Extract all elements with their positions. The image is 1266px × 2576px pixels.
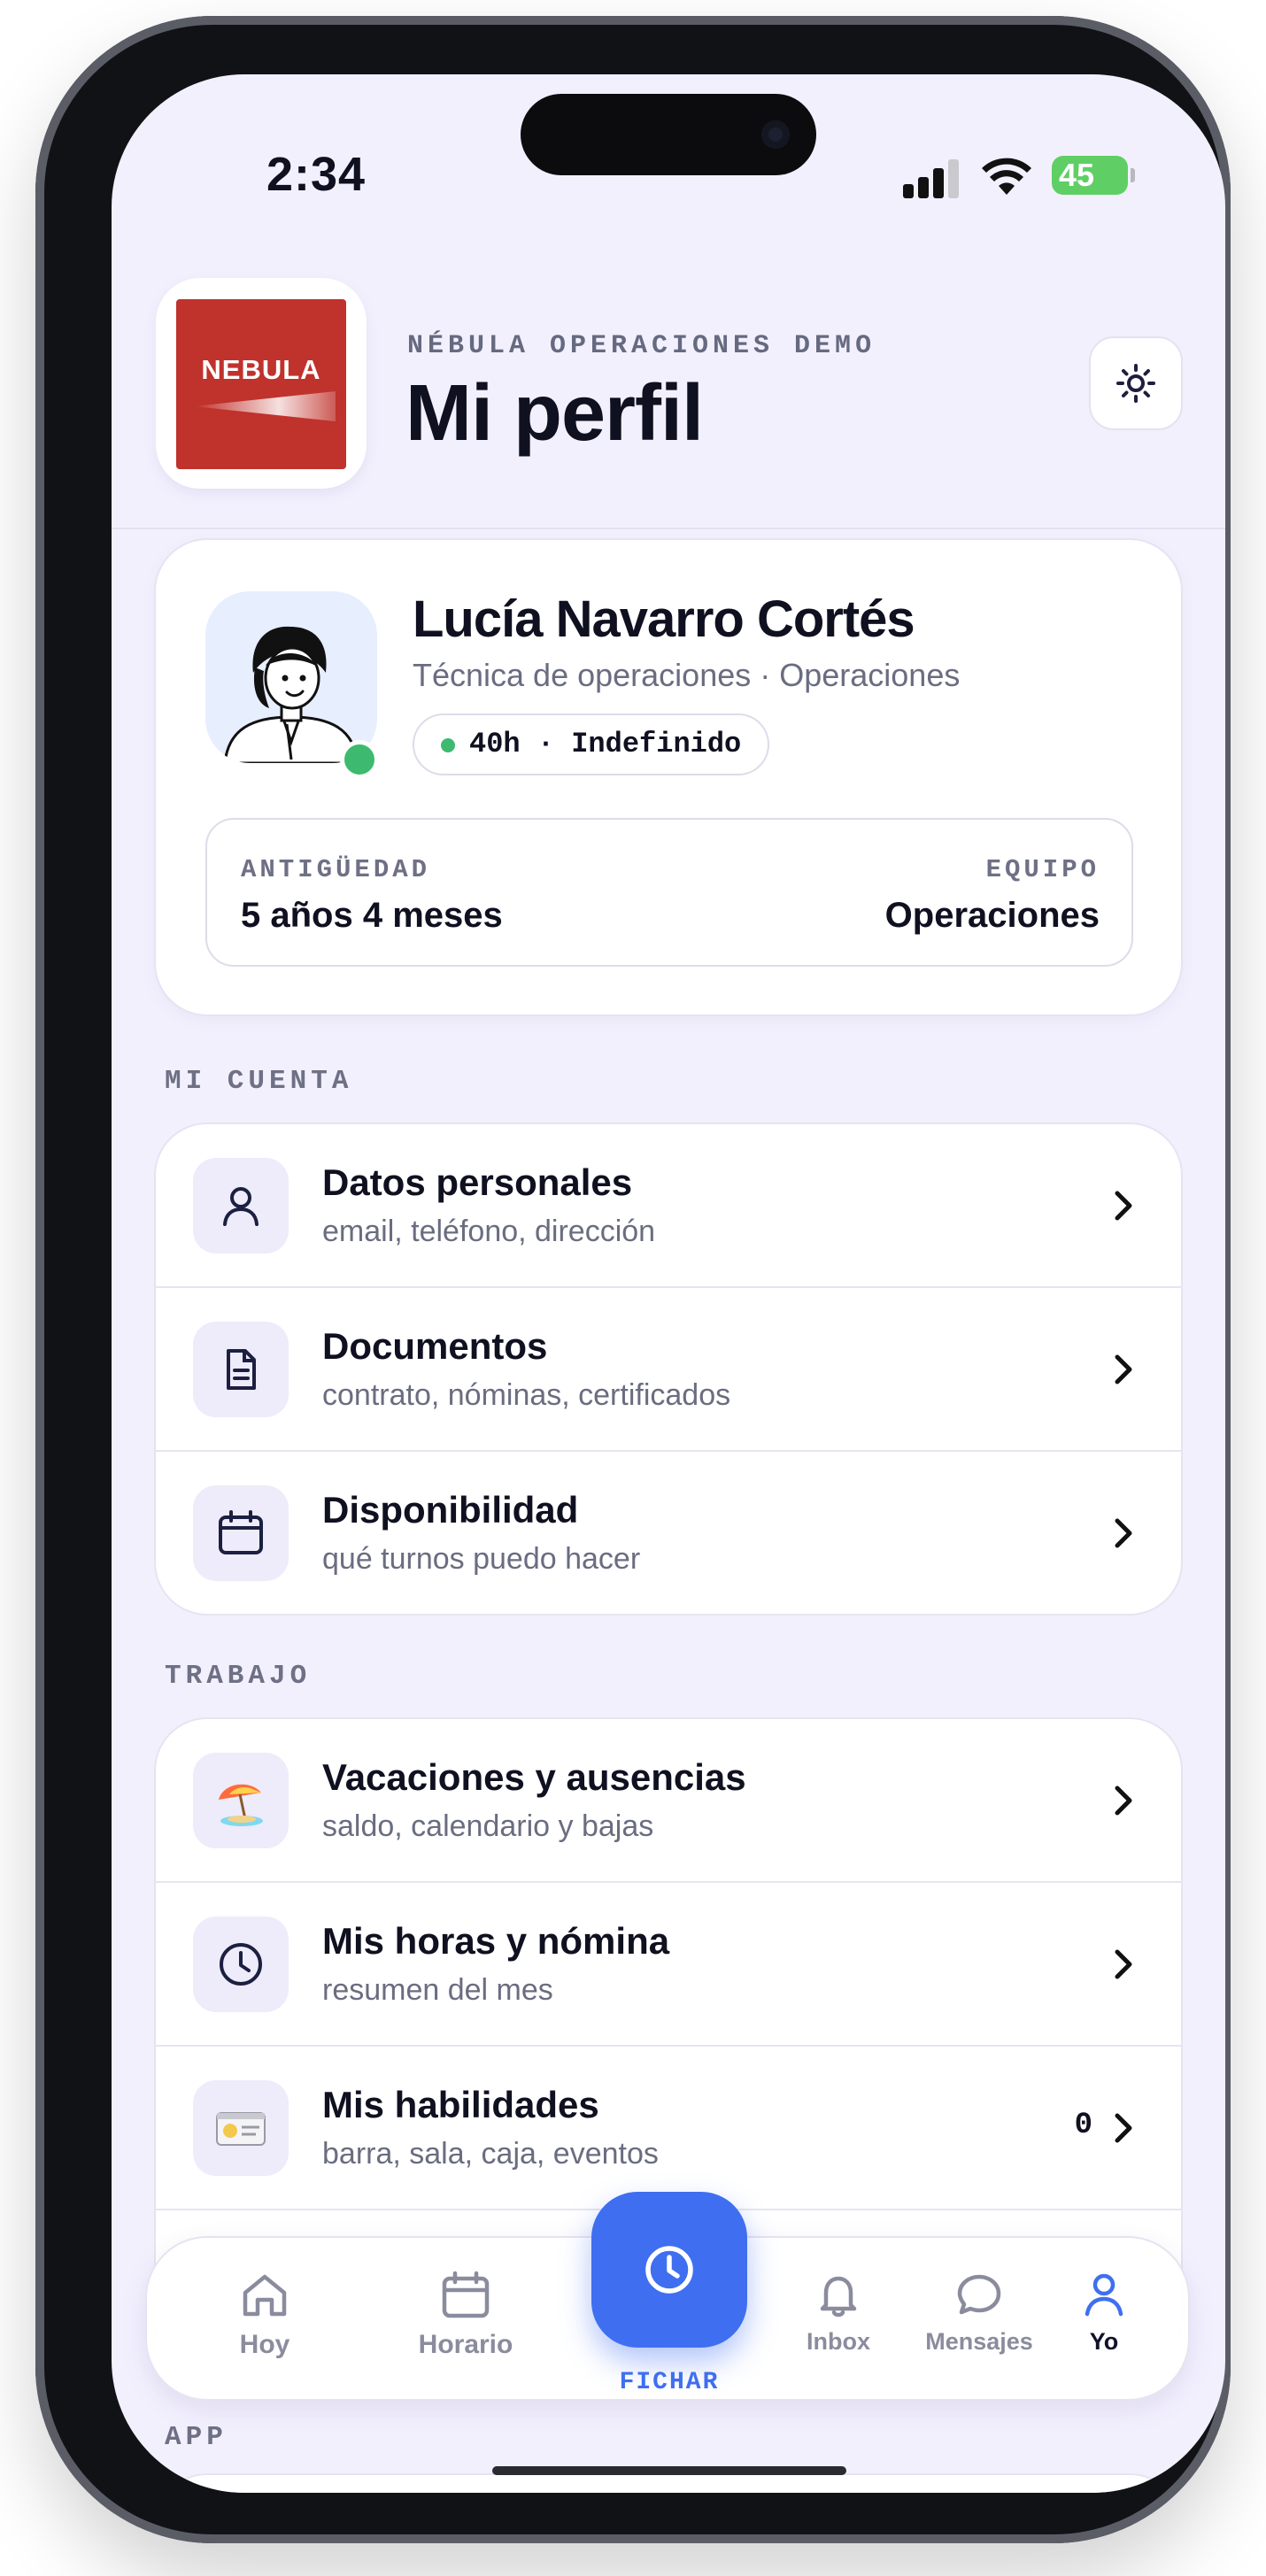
organization-name: NÉBULA OPERACIONES DEMO bbox=[407, 331, 876, 361]
calendar-icon bbox=[193, 1485, 289, 1581]
home-indicator[interactable] bbox=[492, 2466, 846, 2475]
chat-bubble-icon bbox=[957, 2274, 1001, 2315]
tab-label: Inbox bbox=[807, 2328, 870, 2355]
menu-item-hours-payroll[interactable]: Mis horas y nómina resumen del mes bbox=[156, 1883, 1181, 2047]
team-value: Operaciones bbox=[884, 896, 1100, 935]
section-label-app: APP bbox=[165, 2422, 228, 2453]
user-icon bbox=[193, 1158, 289, 1253]
chevron-right-icon bbox=[1115, 1949, 1132, 1979]
menu-item-subtitle: email, teléfono, dirección bbox=[322, 1215, 656, 1248]
menu-item-title: Disponibilidad bbox=[322, 1489, 579, 1531]
menu-item-subtitle: saldo, calendario y bajas bbox=[322, 1809, 654, 1843]
avatar-illustration bbox=[223, 626, 359, 763]
battery-icon: 45 bbox=[1052, 156, 1135, 195]
bell-icon bbox=[820, 2276, 857, 2318]
tab-label: Yo bbox=[1089, 2328, 1119, 2355]
cellular-signal-icon bbox=[903, 159, 960, 198]
employee-role: Técnica de operaciones · Operaciones bbox=[413, 657, 961, 693]
menu-item-personal-data[interactable]: Datos personales email, teléfono, direcc… bbox=[156, 1124, 1181, 1288]
status-dot-icon bbox=[441, 738, 455, 752]
online-status-indicator bbox=[340, 740, 379, 779]
logo-wordmark: NEBULA bbox=[201, 354, 321, 385]
menu-item-subtitle: barra, sala, caja, eventos bbox=[322, 2137, 659, 2171]
account-menu: Datos personales email, teléfono, direcc… bbox=[154, 1122, 1183, 1616]
nebula-logo-icon: NEBULA bbox=[176, 299, 346, 469]
chevron-right-icon bbox=[1115, 1518, 1132, 1548]
wifi-icon bbox=[982, 158, 1031, 195]
dynamic-island bbox=[521, 94, 816, 175]
clock-icon bbox=[193, 1917, 289, 2012]
theme-toggle-button[interactable] bbox=[1089, 336, 1183, 430]
user-icon bbox=[1085, 2273, 1123, 2317]
app-menu bbox=[154, 2473, 1183, 2493]
battery-level: 45 bbox=[1059, 157, 1095, 193]
chevron-right-icon bbox=[1115, 1785, 1132, 1816]
page-title: Mi perfil bbox=[405, 369, 704, 458]
menu-item-title: Mis habilidades bbox=[322, 2084, 599, 2125]
profile-card: Lucía Navarro Cortés Técnica de operacio… bbox=[154, 538, 1183, 1016]
employee-name: Lucía Navarro Cortés bbox=[413, 590, 915, 648]
section-label-account: MI CUENTA bbox=[165, 1066, 353, 1097]
tab-label: Hoy bbox=[239, 2330, 290, 2359]
chevron-right-icon bbox=[1115, 2113, 1132, 2143]
menu-item-documents[interactable]: Documentos contrato, nóminas, certificad… bbox=[156, 1288, 1181, 1452]
phone-frame: 2:34 45 NEBULA NÉBULA OPERACIONES DEMO M… bbox=[35, 16, 1231, 2543]
document-icon bbox=[193, 1322, 289, 1417]
clock-in-label[interactable]: FICHAR bbox=[591, 2369, 747, 2396]
tab-horario[interactable]: Horario bbox=[404, 2270, 528, 2360]
skills-count: 0 bbox=[1074, 2109, 1092, 2142]
menu-item-subtitle: qué turnos puedo hacer bbox=[322, 1542, 641, 1576]
menu-item-availability[interactable]: Disponibilidad qué turnos puedo hacer bbox=[156, 1452, 1181, 1614]
tab-inbox[interactable]: Inbox bbox=[790, 2270, 887, 2356]
clock-icon bbox=[645, 2246, 693, 2294]
menu-item-vacations[interactable]: Vacaciones y ausencias saldo, calendario… bbox=[156, 1719, 1181, 1883]
seniority-value: 5 años 4 meses bbox=[241, 896, 503, 935]
beach-umbrella-icon bbox=[193, 1753, 289, 1848]
tab-label: Mensajes bbox=[925, 2328, 1033, 2355]
tab-mensajes[interactable]: Mensajes bbox=[917, 2270, 1041, 2356]
clock-in-button[interactable] bbox=[591, 2192, 747, 2348]
id-card-icon bbox=[193, 2080, 289, 2176]
tab-hoy[interactable]: Hoy bbox=[216, 2270, 313, 2360]
app-screen: 2:34 45 NEBULA NÉBULA OPERACIONES DEMO M… bbox=[112, 74, 1225, 2493]
section-label-work: TRABAJO bbox=[165, 1661, 312, 1692]
sun-icon bbox=[1116, 364, 1155, 403]
contract-text: 40h · Indefinido bbox=[469, 728, 742, 760]
menu-item-title: Vacaciones y ausencias bbox=[322, 1756, 746, 1798]
seniority-label: ANTIGÜEDAD bbox=[241, 855, 431, 884]
company-logo: NEBULA bbox=[156, 278, 367, 489]
home-icon bbox=[243, 2274, 287, 2317]
menu-item-title: Documentos bbox=[322, 1325, 548, 1367]
team-label: EQUIPO bbox=[985, 855, 1100, 884]
employment-stats: ANTIGÜEDAD 5 años 4 meses EQUIPO Operaci… bbox=[205, 818, 1133, 967]
menu-item-subtitle: contrato, nóminas, certificados bbox=[322, 1378, 731, 1412]
page-header: NEBULA NÉBULA OPERACIONES DEMO Mi perfil bbox=[112, 216, 1225, 529]
menu-item-subtitle: resumen del mes bbox=[322, 1973, 553, 2007]
status-time: 2:34 bbox=[266, 148, 367, 201]
chevron-right-icon bbox=[1115, 1354, 1132, 1384]
avatar[interactable] bbox=[205, 591, 377, 763]
contract-badge: 40h · Indefinido bbox=[413, 713, 770, 775]
camera-icon bbox=[761, 120, 790, 149]
calendar-icon bbox=[442, 2271, 490, 2318]
tab-label: Horario bbox=[418, 2330, 513, 2359]
logo-beam bbox=[194, 391, 336, 421]
menu-item-title: Mis horas y nómina bbox=[322, 1920, 670, 1962]
tab-yo[interactable]: Yo bbox=[1073, 2270, 1135, 2356]
menu-item-title: Datos personales bbox=[322, 1161, 633, 1203]
menu-item-skills[interactable]: Mis habilidades barra, sala, caja, event… bbox=[156, 2047, 1181, 2210]
status-bar: 2:34 45 bbox=[112, 74, 1225, 216]
chevron-right-icon bbox=[1115, 1191, 1132, 1221]
